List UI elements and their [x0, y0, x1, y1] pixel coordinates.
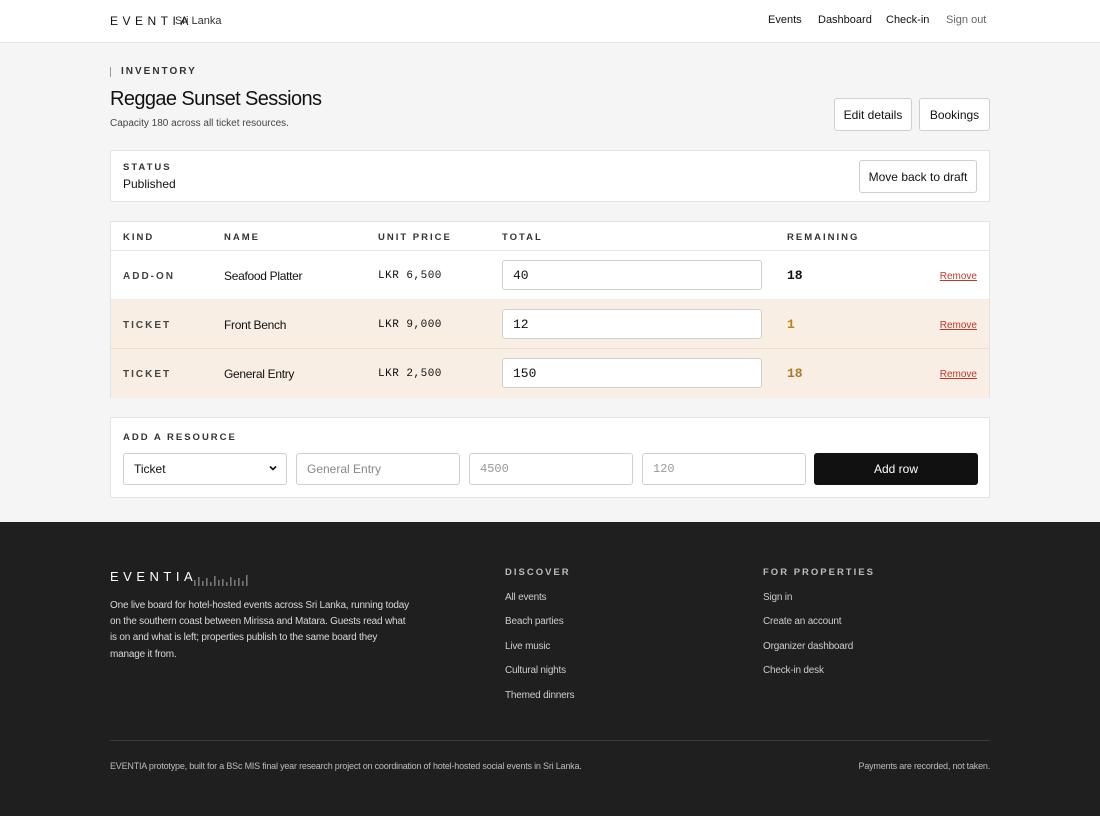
table-row: TICKET Front Bench LKR 9,000 12 1 Remove — [111, 300, 989, 349]
kind-select-value: Ticket — [134, 462, 166, 476]
discover-title: DISCOVER — [505, 567, 571, 578]
page-title: Reggae Sunset Sessions — [110, 88, 322, 110]
col-kind: KIND — [123, 232, 155, 243]
row-price: LKR 9,000 — [378, 319, 442, 331]
col-remaining: REMAINING — [787, 232, 860, 243]
inventory-table: KIND NAME UNIT PRICE TOTAL REMAINING ADD… — [110, 221, 990, 398]
move-to-draft-button[interactable]: Move back to draft — [859, 160, 977, 193]
status-label: STATUS — [123, 162, 172, 173]
row-name: Front Bench — [224, 318, 287, 332]
footer-link-live-music[interactable]: Live music — [505, 641, 550, 652]
col-total: TOTAL — [502, 232, 543, 243]
col-name: NAME — [224, 232, 260, 243]
footer-brand: EVENTIA — [110, 569, 198, 584]
footer-link-organizer-dashboard[interactable]: Organizer dashboard — [763, 641, 853, 652]
footer-divider — [110, 740, 990, 741]
footer: EVENTIA One live board for hotel-hosted … — [0, 522, 1100, 816]
footer-legal-left: EVENTIA prototype, built for a BSc MIS f… — [110, 761, 582, 771]
resource-price-input[interactable]: 4500 — [469, 453, 633, 485]
row-name: General Entry — [224, 367, 295, 381]
row-total-input[interactable]: 40 — [502, 260, 762, 290]
equalizer-icon — [194, 575, 248, 586]
row-remaining: 18 — [787, 268, 803, 283]
add-row-button[interactable]: Add row — [814, 453, 978, 485]
row-remaining: 1 — [787, 317, 795, 332]
footer-about: One live board for hotel-hosted events a… — [110, 600, 409, 660]
footer-link-sign-in[interactable]: Sign in — [763, 592, 792, 603]
remove-link[interactable]: Remove — [940, 271, 977, 282]
nav-events[interactable]: Events — [768, 14, 802, 26]
footer-legal-right: Payments are recorded, not taken. — [858, 761, 991, 771]
footer-link-cultural-nights[interactable]: Cultural nights — [505, 665, 566, 676]
row-total-input[interactable]: 12 — [502, 309, 762, 339]
footer-link-check-in-desk[interactable]: Check-in desk — [763, 665, 824, 676]
nav-check-in[interactable]: Check-in — [886, 14, 929, 26]
col-unit-price: UNIT PRICE — [378, 232, 452, 243]
chevron-down-icon — [268, 462, 278, 476]
footer-link-themed-dinners[interactable]: Themed dinners — [505, 690, 575, 701]
section-label: INVENTORY — [110, 67, 197, 77]
add-resource-panel: ADD A RESOURCE Ticket General Entry 4500… — [110, 417, 990, 498]
row-kind: ADD-ON — [123, 271, 175, 282]
sign-out-link[interactable]: Sign out — [946, 14, 986, 26]
row-price: LKR 2,500 — [378, 368, 442, 380]
row-kind: TICKET — [123, 369, 172, 380]
remove-link[interactable]: Remove — [940, 320, 977, 331]
top-bar: EVENTIA Sri Lanka Events Dashboard Check… — [0, 0, 1100, 43]
remove-link[interactable]: Remove — [940, 369, 977, 380]
row-kind: TICKET — [123, 320, 172, 331]
page-subtitle: Capacity 180 across all ticket resources… — [110, 118, 289, 129]
nav-dashboard[interactable]: Dashboard — [818, 14, 872, 26]
resource-total-input[interactable]: 120 — [642, 453, 806, 485]
add-resource-label: ADD A RESOURCE — [123, 432, 237, 443]
row-total-input[interactable]: 150 — [502, 358, 762, 388]
for-properties-title: FOR PROPERTIES — [763, 567, 875, 578]
row-price: LKR 6,500 — [378, 270, 442, 282]
table-row: ADD-ON Seafood Platter LKR 6,500 40 18 R… — [111, 251, 989, 300]
bookings-button[interactable]: Bookings — [919, 98, 990, 131]
status-value: Published — [123, 177, 176, 191]
edit-details-button[interactable]: Edit details — [834, 98, 912, 131]
resource-name-input[interactable]: General Entry — [296, 453, 460, 485]
footer-link-create-account[interactable]: Create an account — [763, 616, 842, 627]
footer-link-beach-parties[interactable]: Beach parties — [505, 616, 564, 627]
footer-link-all-events[interactable]: All events — [505, 592, 547, 603]
table-row: TICKET General Entry LKR 2,500 150 18 Re… — [111, 349, 989, 398]
table-header: KIND NAME UNIT PRICE TOTAL REMAINING — [111, 222, 989, 251]
kind-select[interactable]: Ticket — [123, 453, 287, 485]
brand-location: Sri Lanka — [175, 15, 222, 27]
row-remaining: 18 — [787, 366, 803, 381]
row-name: Seafood Platter — [224, 269, 303, 283]
status-panel: STATUS Published Move back to draft — [110, 150, 990, 202]
